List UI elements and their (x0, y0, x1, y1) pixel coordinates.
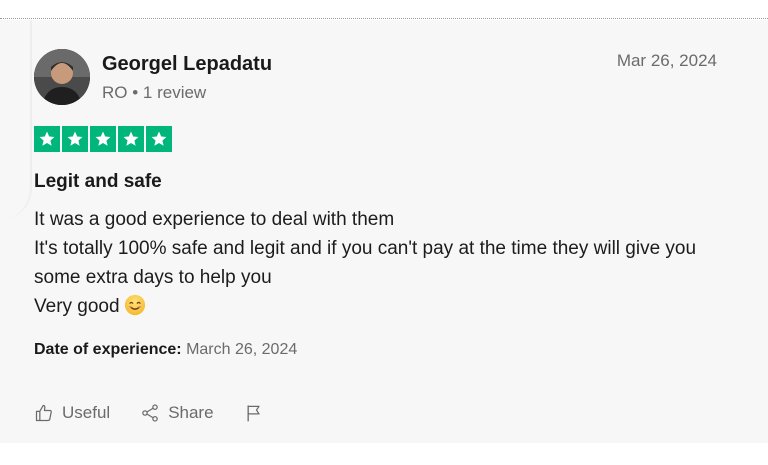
star-icon (146, 126, 172, 152)
review-date: Mar 26, 2024 (616, 51, 717, 70)
review-line-text: Very good (34, 296, 120, 317)
avatar[interactable] (34, 49, 90, 105)
review-body: It was a good experience to deal with th… (34, 205, 734, 321)
review-line: It's totally 100% safe and legit and if … (34, 238, 697, 288)
top-divider (0, 18, 768, 19)
star-icon (62, 126, 88, 152)
flag-icon (247, 405, 260, 422)
experience-date: March 26, 2024 (186, 341, 298, 358)
share-button[interactable]: Share (140, 403, 214, 423)
star-icon (90, 126, 116, 152)
report-button[interactable] (244, 403, 264, 423)
thumbs-up-icon (35, 404, 52, 422)
star-rating (34, 126, 172, 152)
star-icon (118, 126, 144, 152)
review-title[interactable]: Legit and safe (34, 171, 162, 193)
useful-button[interactable]: Useful (34, 403, 110, 423)
avatar-image (34, 49, 90, 105)
share-label: Share (168, 403, 214, 422)
date-of-experience: Date of experience: March 26, 2024 (34, 341, 297, 359)
star-icon (34, 126, 60, 152)
share-icon (142, 404, 158, 422)
review-line: Very good (34, 292, 734, 321)
review-actions: Useful Share (34, 403, 264, 423)
reviewer-meta: RO • 1 review (102, 83, 207, 102)
decorative-curve (0, 20, 32, 220)
smiling-face-emoji-icon (124, 294, 145, 316)
review-card: Georgel Lepadatu RO • 1 review Mar 26, 2… (0, 20, 768, 443)
reviewer-name[interactable]: Georgel Lepadatu (102, 53, 272, 76)
experience-label: Date of experience: (34, 341, 182, 358)
review-line: It was a good experience to deal with th… (34, 209, 395, 230)
useful-label: Useful (62, 403, 111, 422)
